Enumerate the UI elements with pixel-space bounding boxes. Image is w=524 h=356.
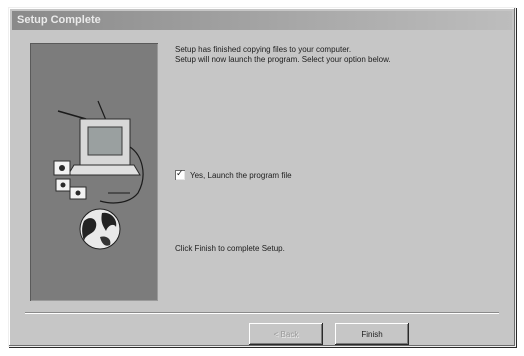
button-divider xyxy=(25,312,499,314)
launch-program-label[interactable]: Yes, Launch the program file xyxy=(190,171,292,180)
message-line-2: Setup will now launch the program. Selec… xyxy=(175,55,391,64)
setup-illustration xyxy=(53,100,144,250)
completion-message: Setup has finished copying files to your… xyxy=(175,45,391,65)
launch-program-option[interactable]: ✓ Yes, Launch the program file xyxy=(175,169,292,180)
checkmark-icon: ✓ xyxy=(176,169,184,179)
launch-program-checkbox[interactable]: ✓ xyxy=(175,169,185,180)
title-bar[interactable]: Setup Complete xyxy=(12,11,512,30)
finish-button[interactable]: Finish xyxy=(335,323,409,345)
finish-instruction: Click Finish to complete Setup. xyxy=(175,244,285,253)
setup-complete-dialog: Setup Complete Setup has finished copyin… xyxy=(8,7,516,347)
globe-icon xyxy=(79,208,121,250)
back-button[interactable]: < Back xyxy=(249,323,323,345)
setup-illustration-panel xyxy=(30,43,158,301)
window-title: Setup Complete xyxy=(17,14,101,26)
message-line-1: Setup has finished copying files to your… xyxy=(175,45,352,54)
